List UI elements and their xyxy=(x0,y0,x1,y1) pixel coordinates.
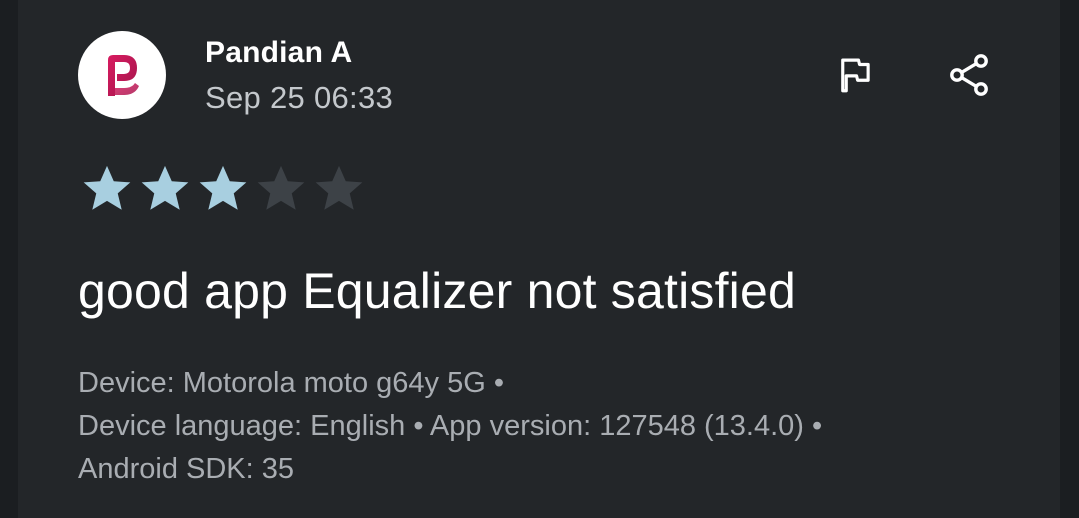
star-filled-icon xyxy=(199,165,247,210)
review-date: Sep 25 06:33 xyxy=(205,80,394,115)
avatar xyxy=(78,31,166,119)
review-author: Pandian A xyxy=(205,36,353,69)
device-info-line: Device: Motorola moto g64y 5G • xyxy=(78,367,505,399)
star-filled-icon xyxy=(141,165,189,210)
share-icon xyxy=(950,54,988,96)
share-button[interactable] xyxy=(942,48,996,102)
device-info-line: Android SDK: 35 xyxy=(78,453,295,485)
star-empty-icon xyxy=(315,165,363,210)
parler-logo-icon xyxy=(108,55,139,96)
star-empty-icon xyxy=(257,165,305,210)
device-info: Device: Motorola moto g64y 5G • Device l… xyxy=(78,362,1008,491)
star-filled-icon xyxy=(83,165,131,210)
flag-icon xyxy=(841,58,870,93)
review-card: Pandian A Sep 25 06:33 good app Equalize… xyxy=(18,0,1060,518)
star-rating xyxy=(78,160,368,216)
review-text: good app Equalizer not satisfied xyxy=(78,263,796,319)
device-info-line: Device language: English • App version: … xyxy=(78,410,823,442)
report-button[interactable] xyxy=(830,50,880,100)
